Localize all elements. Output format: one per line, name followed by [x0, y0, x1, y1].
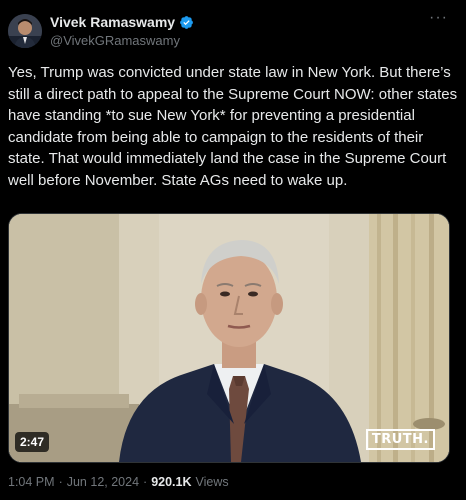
truth-watermark: TRUTH.	[365, 429, 435, 450]
more-horizontal-icon[interactable]: ···	[429, 10, 448, 26]
post-date[interactable]: Jun 12, 2024	[67, 475, 139, 489]
author-row: Vivek Ramaswamy	[50, 14, 194, 30]
post-text: Yes, Trump was convicted under state law…	[8, 64, 458, 189]
video-player[interactable]: 2:47 TRUTH.	[8, 213, 450, 463]
post-time[interactable]: 1:04 PM	[8, 475, 55, 489]
author-handle[interactable]: @VivekGRamaswamy	[50, 33, 180, 48]
meta-separator: ·	[143, 475, 148, 489]
avatar[interactable]	[8, 14, 42, 48]
meta-separator: ·	[58, 475, 63, 489]
views-count[interactable]: 920.1K	[151, 475, 191, 489]
post-meta: 1:04 PM · Jun 12, 2024 · 920.1K Views	[8, 475, 229, 489]
video-frame	[9, 214, 449, 462]
post-card: Vivek Ramaswamy @VivekGRamaswamy ··· Yes…	[0, 0, 466, 500]
views-label: Views	[195, 475, 229, 489]
video-duration: 2:47	[15, 432, 50, 452]
author-name[interactable]: Vivek Ramaswamy	[50, 14, 175, 30]
verified-badge-icon	[179, 15, 194, 30]
